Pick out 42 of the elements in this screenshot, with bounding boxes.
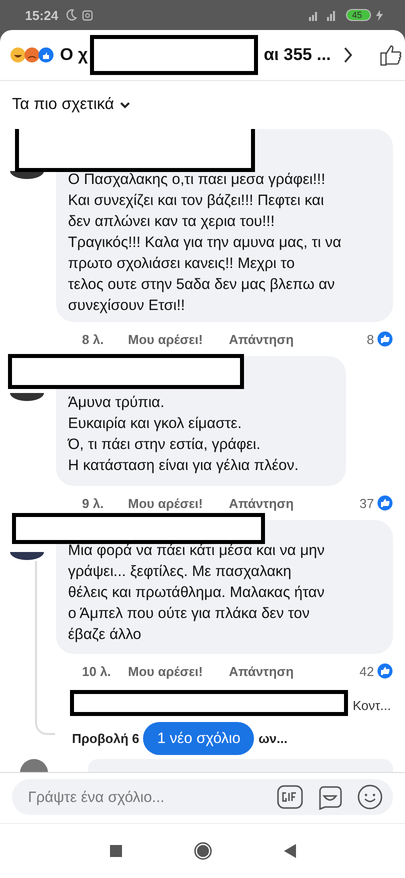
- post-title: αι 355 ...: [264, 45, 331, 65]
- like-link[interactable]: Μου αρέσει!: [128, 332, 203, 346]
- emoji-icon[interactable]: [357, 784, 383, 810]
- like-badge-icon: [377, 663, 393, 679]
- recents-icon[interactable]: [110, 845, 122, 857]
- back-icon[interactable]: [284, 844, 296, 858]
- view-replies-link[interactable]: ων...: [258, 731, 288, 746]
- reaction-count: 8: [366, 332, 374, 346]
- like-link[interactable]: Μου αρέσει!: [128, 496, 203, 510]
- comment-text: Άμυνα τρύπια. Ευκαιρία και γκολ είμαστε. Ό, τι πάει στην εστία, γράφει. Η κατάσταση είναι για γέλια πλέον.: [68, 393, 300, 476]
- like-icon[interactable]: [378, 43, 403, 67]
- comment-time: 8 λ.: [82, 332, 105, 346]
- reply-preview[interactable]: Κοντ...: [352, 698, 391, 712]
- new-comments-button[interactable]: 1 νέο σχόλιο: [143, 722, 254, 755]
- reaction-count: 42: [360, 664, 374, 678]
- chevron-right-icon[interactable]: [342, 46, 353, 64]
- battery-icon: 45: [346, 9, 371, 21]
- sticker-icon[interactable]: [317, 784, 343, 810]
- like-badge-icon: [377, 331, 393, 347]
- like-badge-icon: [377, 495, 393, 511]
- comment-time: 10 λ.: [82, 664, 112, 678]
- moon-icon: [65, 9, 78, 21]
- caret-icon: [120, 102, 130, 108]
- home-icon[interactable]: [194, 842, 212, 860]
- charging-icon: [376, 10, 383, 20]
- status-time: 15:24: [25, 8, 58, 22]
- reply-link[interactable]: Απάντηση: [228, 664, 294, 678]
- like-link[interactable]: Μου αρέσει!: [128, 664, 203, 678]
- sort-dropdown[interactable]: Τα πιο σχετικά: [12, 96, 114, 114]
- comment-input[interactable]: Γράψτε ένα σχόλιο...: [26, 788, 263, 806]
- comment-text: Μια φορά να πάει κάτι μέσα και να μην γράψει... ξεφτίλες. Με πασχαλακη θέλεις και πρωτάθλημα. Μαλακας ήταν ο Άμπελ που ούτε για πλάκα δεν τον έβαζε άλλο: [68, 541, 326, 645]
- comment-time: 9 λ.: [82, 496, 105, 510]
- gif-icon[interactable]: [277, 785, 303, 809]
- post-title: Ο χ: [60, 45, 88, 65]
- comment-field[interactable]: Γράψτε ένα σχόλιο...: [12, 779, 393, 815]
- image-icon: [82, 10, 94, 20]
- reply-link[interactable]: Απάντηση: [228, 496, 294, 510]
- comment-text: Ο Πασχαλακης ο,τι παει μεσα γράφει!!! Και συνεχίζει και τον βάζει!!! Πεφτει και δεν απλώνει καν τα χερια του!!! Τραγικός!!! Καλα για την αμυνα μας, τι να πρωτο σχολιάσει κανεις!! Μεχρι το τελος ουτε στην 5αδα δεν μας βλεπω αν συνεχίσουν Ετσι!!: [68, 170, 342, 316]
- reply-link[interactable]: Απάντηση: [228, 332, 294, 346]
- reaction-count: 37: [360, 496, 374, 510]
- reactions-icon: [10, 47, 56, 63]
- view-replies-link[interactable]: Προβολή 6: [72, 731, 140, 746]
